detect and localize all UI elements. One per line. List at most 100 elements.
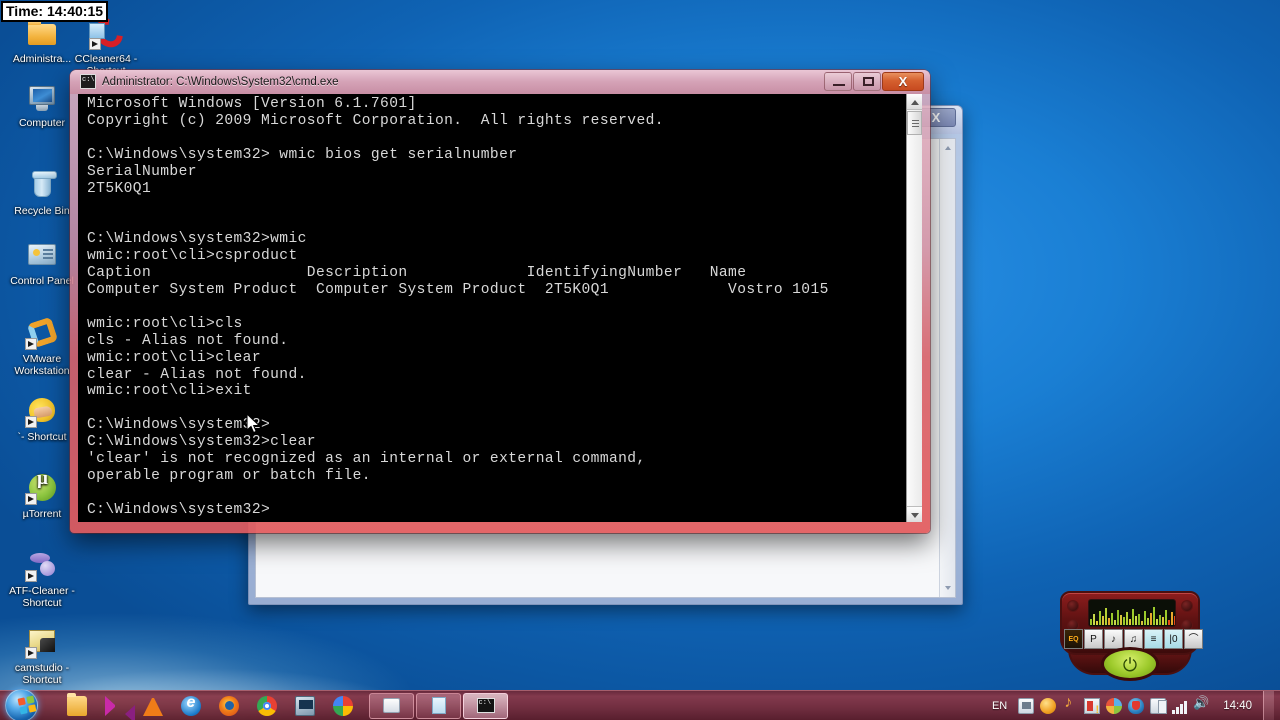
action-center-icon[interactable] <box>1018 697 1035 714</box>
tray-icon-group[interactable] <box>1018 694 1210 716</box>
scroll-down-icon[interactable] <box>907 506 922 522</box>
taskbar-quicklaunch[interactable] <box>58 692 362 720</box>
taskbar-clock[interactable]: 14:40 <box>1223 700 1252 712</box>
chevron-down-icon[interactable] <box>941 581 955 595</box>
desktop-icon-label: VMware Workstation <box>14 353 70 377</box>
taskbar-ccleaner-icon <box>333 695 353 716</box>
gadget-button-1[interactable]: P <box>1084 629 1103 649</box>
administrator-folder-icon <box>25 18 59 50</box>
desktop-icon-label: Administra... <box>12 53 72 65</box>
gadget-button-3[interactable]: ♫ <box>1124 629 1143 649</box>
gadget-minus-knob[interactable] <box>1067 600 1079 612</box>
language-indicator[interactable]: EN <box>992 700 1007 712</box>
taskbar-my-computer-icon <box>295 695 315 716</box>
taskbar-kmplayer-icon <box>105 695 135 720</box>
command-prompt-window[interactable]: Administrator: C:\Windows\System32\cmd.e… <box>70 70 930 533</box>
desktop-icon-vmware-workstation[interactable]: VMware Workstation <box>6 316 78 377</box>
taskbar-vlc-media-player[interactable] <box>134 693 172 719</box>
taskbar-windows-explorer[interactable] <box>58 692 96 719</box>
taskbar-window-cmd-icon <box>476 698 495 713</box>
vmware-workstation-icon <box>25 316 59 350</box>
taskbar-windows-explorer-icon <box>67 692 87 716</box>
gadget-button-2[interactable]: ♪ <box>1104 629 1123 649</box>
gadget-power-button[interactable] <box>1101 647 1159 681</box>
taskbar[interactable]: EN 14:40 <box>0 688 1280 720</box>
console-text: Microsoft Windows [Version 6.1.7601] Cop… <box>87 96 829 518</box>
start-orb-icon <box>5 688 38 720</box>
shortcut-arrow-icon <box>25 493 37 505</box>
desktop-icon-label: camstudio - Shortcut <box>14 662 70 686</box>
security-shield-icon[interactable] <box>1128 697 1145 714</box>
chevron-up-icon[interactable] <box>941 141 955 155</box>
windows-flag-icon <box>17 695 37 714</box>
taskbar-window-cmd[interactable] <box>463 692 508 719</box>
maximize-button[interactable] <box>853 72 881 91</box>
gadget-time-knob[interactable] <box>1181 600 1193 612</box>
background-window-scrollbar[interactable] <box>939 139 955 597</box>
taskbar-google-chrome[interactable] <box>248 693 286 719</box>
desktop-icon-administrator-folder[interactable]: Administra... <box>6 18 78 65</box>
updater-icon[interactable] <box>1040 697 1057 714</box>
taskbar-firefox[interactable] <box>210 693 248 719</box>
gadget-equalizer-display <box>1088 599 1176 627</box>
desktop[interactable]: Time: 14:40:15 Administra... CCleaner64 -… <box>0 0 1280 720</box>
shortcut-arrow-icon <box>25 647 37 659</box>
cmd-client-area[interactable]: Microsoft Windows [Version 6.1.7601] Cop… <box>78 94 922 522</box>
desktop-icon-utorrent[interactable]: µTorrent <box>6 473 78 520</box>
shortcut-arrow-icon <box>25 570 37 582</box>
shortcut-arrow-icon <box>25 338 37 350</box>
time-overlay: Time: 14:40:15 <box>1 1 109 22</box>
safely-remove-hardware-icon[interactable] <box>1150 697 1168 714</box>
camstudio-shortcut-icon <box>25 627 59 659</box>
taskbar-window-explorer[interactable] <box>369 692 414 719</box>
recycle-bin-icon <box>25 170 59 202</box>
scrollbar-thumb[interactable] <box>907 111 922 135</box>
media-player-gadget[interactable]: EQ P ♪ ♫ ≡ |0 ⌒ <box>1056 591 1204 687</box>
desktop-icon-computer[interactable]: Computer <box>6 82 78 129</box>
gadget-button-4[interactable]: ≡ <box>1144 629 1163 649</box>
taskbar-window-notepad-icon <box>431 697 446 714</box>
show-desktop-button[interactable] <box>1263 690 1274 720</box>
desktop-icon-ccleaner64-shortcut[interactable]: CCleaner64 - Shortcut <box>70 13 142 77</box>
close-button[interactable]: X <box>882 72 924 91</box>
gadget-button-row[interactable]: EQ P ♪ ♫ ≡ |0 ⌒ <box>1064 629 1203 649</box>
gadget-button-6[interactable]: ⌒ <box>1184 629 1203 649</box>
taskbar-ccleaner[interactable] <box>324 693 362 719</box>
system-tray[interactable]: EN 14:40 <box>992 690 1280 720</box>
desktop-icon-atf-cleaner-shortcut[interactable]: ATF-Cleaner - Shortcut <box>6 550 78 609</box>
taskbar-vlc-media-player-icon <box>143 696 163 716</box>
minimize-button[interactable] <box>824 72 852 91</box>
desktop-icon-control-panel[interactable]: Control Panel <box>6 240 78 287</box>
computer-icon <box>25 82 59 114</box>
taskbar-kmplayer[interactable] <box>96 693 135 720</box>
minimize-icon <box>833 84 845 86</box>
taskbar-window-buttons[interactable] <box>368 692 509 719</box>
taskbar-internet-explorer[interactable] <box>172 693 210 719</box>
scroll-up-icon[interactable] <box>907 94 922 110</box>
desktop-icon-camstudio-shortcut[interactable]: camstudio - Shortcut <box>6 627 78 686</box>
desktop-icon-unnamed-shortcut[interactable]: `- Shortcut <box>6 396 78 443</box>
volume-icon[interactable] <box>1193 695 1210 714</box>
network-signal-icon[interactable] <box>1172 698 1188 714</box>
console-output-area[interactable]: Microsoft Windows [Version 6.1.7601] Cop… <box>78 94 906 522</box>
control-panel-icon <box>25 240 59 272</box>
gadget-button-5[interactable]: |0 <box>1164 629 1183 649</box>
unnamed-shortcut-icon <box>25 396 59 428</box>
music-notes-icon[interactable] <box>1062 694 1078 714</box>
flag-warning-icon[interactable] <box>1084 697 1101 716</box>
start-button[interactable] <box>0 688 48 720</box>
desktop-icon-label: `- Shortcut <box>17 431 67 443</box>
taskbar-window-notepad[interactable] <box>416 692 461 719</box>
taskbar-my-computer[interactable] <box>286 693 324 719</box>
cmd-titlebar[interactable]: Administrator: C:\Windows\System32\cmd.e… <box>70 70 930 94</box>
desktop-icon-label: ATF-Cleaner - Shortcut <box>9 585 75 609</box>
desktop-icon-recycle-bin[interactable]: Recycle Bin <box>6 170 78 217</box>
utorrent-icon <box>25 473 59 505</box>
desktop-icon-label: µTorrent <box>22 508 62 520</box>
pinwheel-icon[interactable] <box>1106 697 1123 714</box>
maximize-icon <box>863 77 874 86</box>
cmd-window-title: Administrator: C:\Windows\System32\cmd.e… <box>102 76 339 88</box>
gadget-button-0[interactable]: EQ <box>1064 629 1083 649</box>
cmd-scrollbar[interactable] <box>906 94 922 522</box>
shortcut-arrow-icon <box>25 416 37 428</box>
